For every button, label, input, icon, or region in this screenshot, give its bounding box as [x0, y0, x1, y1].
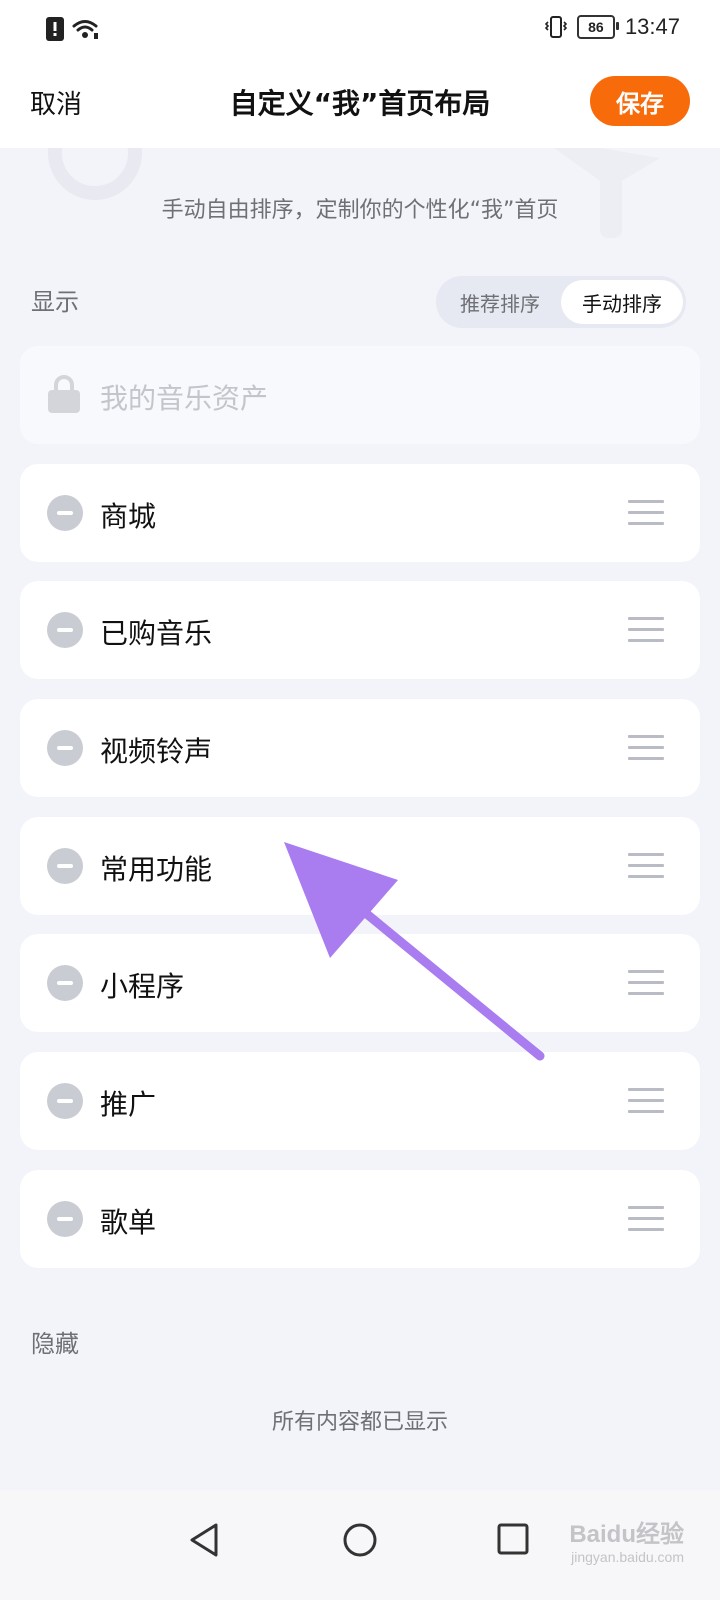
hidden-section-label: 隐藏 — [31, 1330, 79, 1358]
list-item-label: 小程序 — [100, 970, 185, 1003]
sort-mode-toggle: 推荐排序 手动排序 — [436, 276, 686, 328]
list-item: 常用功能 — [20, 817, 700, 915]
drag-handle-icon[interactable] — [628, 1088, 664, 1114]
list-item-label: 商城 — [100, 500, 157, 533]
drag-handle-icon[interactable] — [628, 617, 664, 643]
list-item: 推广 — [20, 1052, 700, 1150]
back-nav-icon[interactable] — [188, 1522, 220, 1558]
remove-icon[interactable] — [47, 1083, 83, 1119]
baidu-jingyan-watermark: Baidu经验 jingyan.baidu.com — [569, 1514, 684, 1565]
remove-icon[interactable] — [47, 1201, 83, 1237]
status-bar: 86 13:47 — [0, 0, 720, 60]
alert-icon — [46, 17, 64, 41]
remove-icon[interactable] — [47, 730, 83, 766]
clock: 13:47 — [624, 14, 680, 39]
wifi-icon — [72, 20, 98, 39]
locked-item-music-assets: 我的音乐资产 — [20, 346, 700, 444]
locked-item-label: 我的音乐资产 — [100, 382, 269, 415]
manual-sort-option[interactable]: 手动排序 — [561, 280, 683, 324]
watermark-url: jingyan.baidu.com — [571, 1549, 684, 1565]
list-item-label: 视频铃声 — [100, 735, 213, 768]
list-item-label: 推广 — [100, 1088, 157, 1121]
empty-hidden-text: 所有内容都已显示 — [271, 1410, 448, 1435]
drag-handle-icon[interactable] — [628, 735, 664, 761]
recommended-sort-option[interactable]: 推荐排序 — [439, 280, 561, 324]
remove-icon[interactable] — [47, 612, 83, 648]
list-item: 商城 — [20, 464, 700, 562]
header: 取消 自定义“我”首页布局 保存 — [0, 60, 720, 148]
recents-nav-icon[interactable] — [496, 1522, 530, 1556]
remove-icon[interactable] — [47, 848, 83, 884]
home-nav-icon[interactable] — [342, 1522, 378, 1558]
list-item: 已购音乐 — [20, 581, 700, 679]
drag-handle-icon[interactable] — [628, 500, 664, 526]
list-item-label: 常用功能 — [100, 853, 213, 886]
navigation-bar: Baidu经验 jingyan.baidu.com — [0, 1490, 720, 1600]
list-item-label: 已购音乐 — [100, 617, 213, 650]
lock-icon — [48, 375, 80, 413]
list-item: 歌单 — [20, 1170, 700, 1268]
watermark-logo: Baidu经验 — [569, 1521, 684, 1548]
display-section-label: 显示 — [31, 288, 79, 316]
drag-handle-icon[interactable] — [628, 1206, 664, 1232]
battery-indicator: 86 — [576, 15, 619, 39]
list-item: 视频铃声 — [20, 699, 700, 797]
page-subtitle: 手动自由排序，定制你的个性化“我”首页 — [161, 198, 559, 223]
save-button[interactable]: 保存 — [590, 76, 690, 126]
drag-handle-icon[interactable] — [628, 853, 664, 879]
remove-icon[interactable] — [47, 965, 83, 1001]
list-item: 小程序 — [20, 934, 700, 1032]
list-item-label: 歌单 — [100, 1206, 157, 1239]
remove-icon[interactable] — [47, 495, 83, 531]
drag-handle-icon[interactable] — [628, 970, 664, 996]
vibrate-icon — [544, 16, 567, 38]
